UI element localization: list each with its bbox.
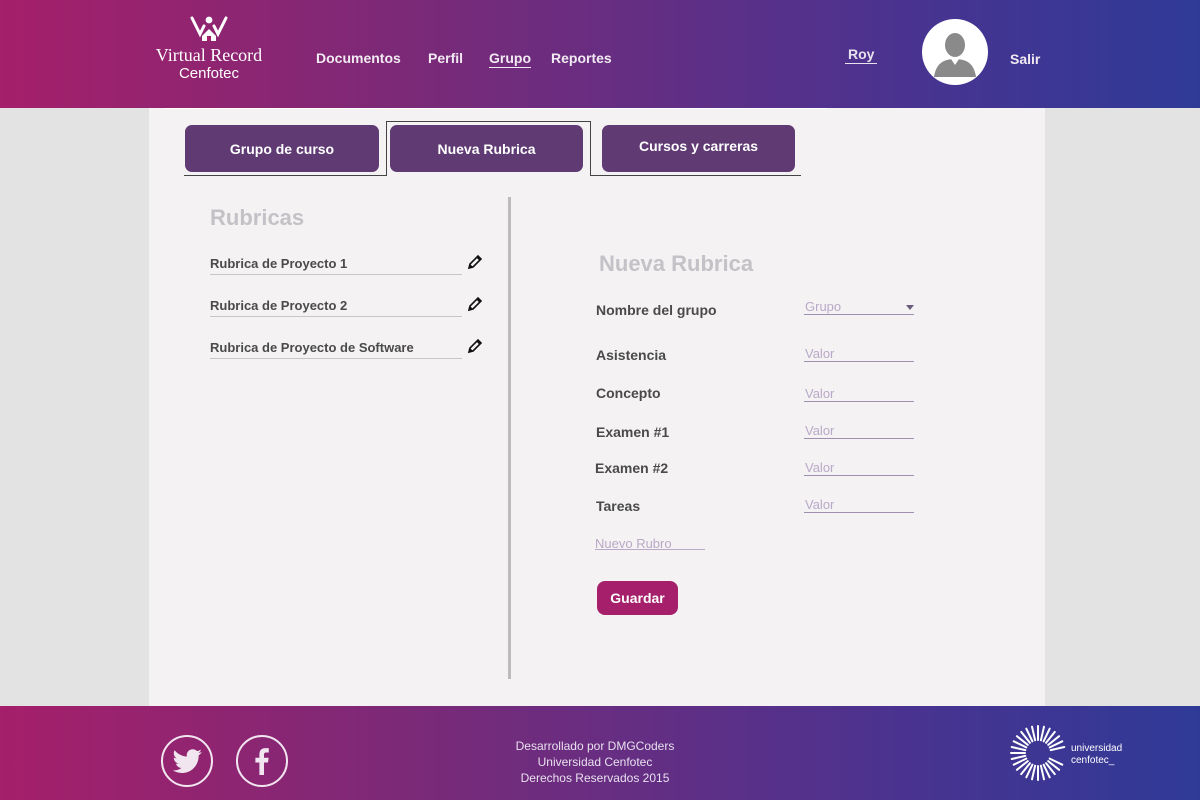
tab-nueva-rubrica[interactable]: Nueva Rubrica — [390, 125, 583, 172]
nav-perfil[interactable]: Perfil — [428, 50, 463, 66]
group-name-label: Nombre del grupo — [596, 302, 717, 318]
nav-reportes[interactable]: Reportes — [551, 50, 612, 66]
top-line — [390, 108, 827, 109]
vertical-divider — [508, 197, 511, 679]
tab-cursos-y-carreras[interactable]: Cursos y carreras — [602, 125, 795, 172]
examen2-label: Examen #2 — [595, 460, 669, 476]
nav-documentos[interactable]: Documentos — [316, 50, 401, 66]
examen1-label: Examen #1 — [596, 424, 670, 440]
group-select[interactable]: Grupo — [804, 299, 914, 315]
rubric-label: Rubrica de Proyecto 1 — [210, 256, 348, 271]
concepto-input[interactable]: Valor — [804, 386, 914, 402]
tareas-label: Tareas — [596, 498, 641, 514]
nav-grupo[interactable]: Grupo — [489, 50, 531, 68]
credits-line: Desarrollado por DMGCoders — [515, 739, 675, 753]
twitter-icon — [172, 749, 202, 773]
uni-logo-line1: universidad — [1071, 743, 1123, 754]
logo-line2: Cenfotec — [178, 65, 240, 82]
main-panel: Grupo de curso Nueva Rubrica Cursos y ca… — [149, 108, 1045, 706]
logo-ray — [1031, 764, 1037, 781]
footer: Desarrollado por DMGCoders Universidad C… — [0, 706, 1200, 800]
facebook-icon — [255, 748, 269, 775]
credits-line: Derechos Reservados 2015 — [520, 771, 670, 785]
rubricas-title: Rubricas — [210, 205, 305, 230]
tareas-input[interactable]: Valor — [804, 497, 914, 513]
header: Virtual Record Cenfotec Documentos Perfi… — [0, 0, 1200, 108]
form-title: Nueva Rubrica — [599, 251, 754, 276]
user-name-link[interactable]: Roy — [845, 46, 878, 64]
save-button[interactable]: Guardar — [597, 581, 678, 615]
group-select-value: Grupo — [805, 299, 842, 314]
examen2-input[interactable]: Valor — [804, 460, 914, 476]
logo-mark-icon — [190, 16, 228, 41]
logo-ray — [1039, 725, 1045, 742]
footer-credits: Desarrollado por DMGCoders Universidad C… — [480, 738, 710, 786]
credits-line: Universidad Cenfotec — [537, 755, 653, 769]
chevron-down-icon — [906, 305, 914, 310]
pencil-icon[interactable] — [466, 295, 484, 313]
pencil-icon[interactable] — [466, 337, 484, 355]
tab-grupo-de-curso[interactable]: Grupo de curso — [185, 125, 379, 172]
logo-ray — [1010, 746, 1027, 752]
asistencia-input[interactable]: Valor — [804, 346, 914, 362]
logo-ray — [1049, 746, 1066, 752]
logo-line1: Virtual Record — [155, 45, 263, 65]
logo-ray — [1010, 754, 1027, 760]
concepto-label: Concepto — [596, 385, 661, 401]
avatar[interactable] — [922, 19, 988, 85]
logout-link[interactable]: Salir — [1010, 51, 1040, 67]
logo-ray — [1039, 764, 1045, 781]
top-line — [165, 108, 389, 109]
list-item[interactable]: Rubrica de Proyecto 2 — [210, 296, 483, 317]
tab-frame — [590, 175, 801, 176]
examen1-input[interactable]: Valor — [804, 423, 914, 439]
rubric-label: Rubrica de Proyecto 2 — [210, 298, 348, 313]
rubric-label: Rubrica de Proyecto de Software — [210, 340, 414, 355]
uni-logo-line2: cenfotec_ — [1071, 755, 1115, 766]
facebook-button[interactable] — [236, 735, 288, 787]
twitter-button[interactable] — [161, 735, 213, 787]
tab-frame — [184, 175, 387, 176]
new-rubro-link[interactable]: Nuevo Rubro — [595, 536, 705, 551]
asistencia-label: Asistencia — [596, 347, 667, 363]
university-logo-text: universidad cenfotec_ — [1071, 743, 1122, 767]
user-silhouette-icon — [924, 21, 986, 83]
pencil-icon[interactable] — [466, 253, 484, 271]
list-item[interactable]: Rubrica de Proyecto de Software — [210, 338, 483, 359]
logo-ray — [1031, 725, 1037, 742]
app-logo[interactable]: Virtual Record Cenfotec — [150, 14, 268, 83]
list-item[interactable]: Rubrica de Proyecto 1 — [210, 254, 483, 275]
